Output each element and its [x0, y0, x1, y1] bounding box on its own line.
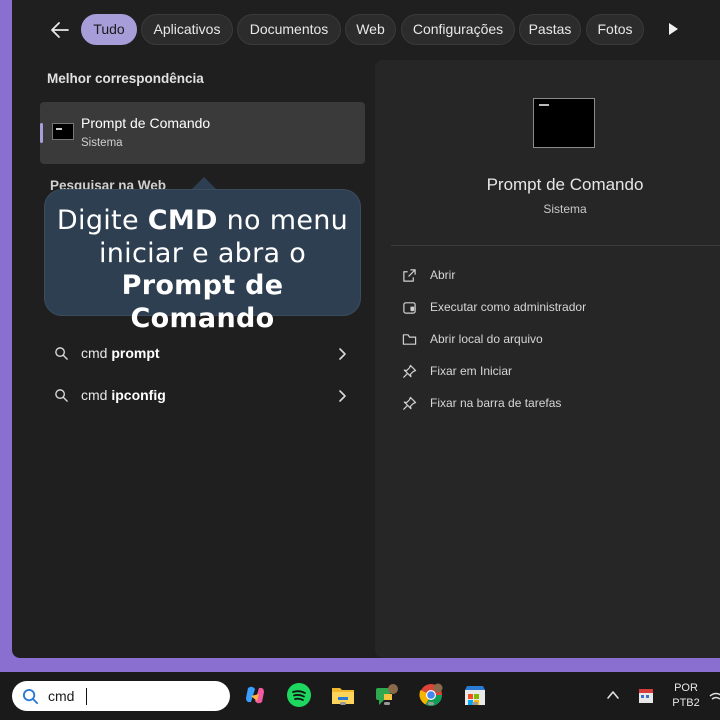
web-result-item[interactable]: cmd prompt: [40, 336, 365, 372]
action-label: Abrir: [430, 268, 456, 282]
chat-app-icon[interactable]: [374, 682, 400, 708]
best-match-name: Prompt de Comando: [81, 115, 211, 131]
instruction-callout: Digite CMD no menu iniciar e abra o Prom…: [44, 189, 361, 334]
tab-tudo[interactable]: Tudo: [81, 14, 137, 45]
best-match-subtitle: Sistema: [81, 137, 123, 149]
text-caret: [86, 688, 87, 705]
start-search-panel: Tudo Aplicativos Documentos Web Configur…: [12, 0, 720, 658]
action-label: Executar como administrador: [430, 300, 587, 314]
filter-bar: Tudo Aplicativos Documentos Web Configur…: [12, 14, 720, 46]
web-result-text: cmd prompt: [81, 345, 160, 361]
folder-icon: [402, 334, 417, 345]
action-label: Abrir local do arquivo: [430, 332, 543, 346]
running-indicator: [340, 702, 346, 705]
spotify-icon[interactable]: [286, 682, 312, 708]
search-icon: [55, 389, 68, 402]
best-match-item[interactable]: Prompt de Comando Sistema: [40, 102, 365, 164]
tab-configuracoes[interactable]: Configurações: [401, 14, 515, 45]
divider: [391, 245, 720, 246]
action-fixar-iniciar[interactable]: Fixar em Iniciar: [402, 361, 702, 383]
store-icon[interactable]: [462, 682, 488, 708]
action-abrir[interactable]: Abrir: [402, 265, 702, 287]
meet-now-icon[interactable]: [637, 687, 655, 705]
pin-icon: [402, 396, 417, 411]
tab-fotos[interactable]: Fotos: [586, 14, 644, 45]
chrome-icon[interactable]: [418, 682, 444, 708]
detail-subtitle: Sistema: [543, 202, 587, 216]
tab-pastas[interactable]: Pastas: [519, 14, 581, 45]
action-label: Fixar em Iniciar: [430, 364, 513, 378]
terminal-icon: [533, 98, 595, 148]
pin-icon: [402, 364, 417, 379]
best-match-heading: Melhor correspondência: [47, 71, 204, 86]
chevron-right-icon: [339, 348, 346, 360]
shield-admin-icon: [403, 302, 416, 314]
web-result-item[interactable]: cmd ipconfig: [40, 378, 365, 414]
open-external-icon: [403, 269, 416, 282]
terminal-icon: [52, 123, 74, 140]
action-label: Fixar na barra de tarefas: [430, 396, 562, 410]
search-icon: [22, 688, 39, 705]
language-indicator[interactable]: POR PTB2: [668, 681, 704, 711]
running-indicator: [384, 702, 390, 705]
chevron-up-icon[interactable]: [606, 688, 620, 702]
running-indicator: [428, 702, 434, 705]
wifi-icon[interactable]: [708, 688, 720, 704]
tab-web[interactable]: Web: [345, 14, 396, 45]
play-more-icon[interactable]: [666, 22, 680, 36]
chevron-right-icon: [339, 390, 346, 402]
taskbar-search-box[interactable]: cmd: [12, 681, 230, 711]
selection-indicator: [40, 123, 43, 143]
web-result-text: cmd ipconfig: [81, 387, 166, 403]
action-abrir-local[interactable]: Abrir local do arquivo: [402, 329, 702, 351]
action-executar-admin[interactable]: Executar como administrador: [402, 297, 702, 319]
action-fixar-barra[interactable]: Fixar na barra de tarefas: [402, 393, 702, 415]
detail-title: Prompt de Comando: [486, 175, 644, 194]
file-explorer-icon[interactable]: [330, 682, 356, 708]
running-indicator: [472, 702, 478, 705]
tab-aplicativos[interactable]: Aplicativos: [141, 14, 233, 45]
taskbar: cmd POR PTB2: [0, 672, 720, 720]
back-arrow-icon[interactable]: [48, 18, 72, 42]
copilot-icon[interactable]: [242, 682, 268, 708]
search-input[interactable]: cmd: [48, 688, 74, 704]
tab-documentos[interactable]: Documentos: [237, 14, 341, 45]
search-icon: [55, 347, 68, 360]
detail-pane: Prompt de Comando Sistema Abrir Executar…: [375, 60, 720, 658]
